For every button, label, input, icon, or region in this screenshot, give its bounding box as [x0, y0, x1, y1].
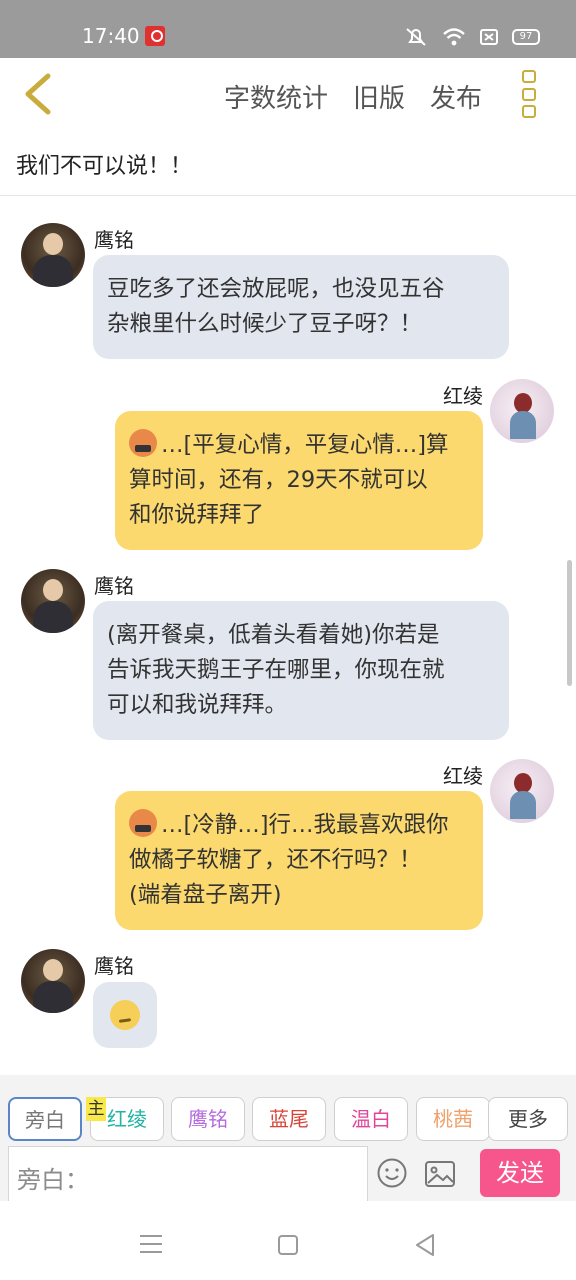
message-line: 可以和我说拜拜。: [107, 692, 288, 718]
home-icon[interactable]: [278, 1235, 298, 1255]
message-line: 杂粮里什么时候少了豆子呀？！: [107, 311, 423, 337]
message-bubble[interactable]: …[平复心情，平复心情…]算 算时间，还有，29天不就可以 和你说拜拜了: [115, 411, 483, 550]
system-back-icon[interactable]: [414, 1233, 436, 1257]
message-input[interactable]: 旁白：: [8, 1146, 368, 1202]
message-line: (端着盘子离开): [129, 882, 282, 908]
message-bubble[interactable]: …[冷静…]行…我最喜欢跟你 做橘子软糖了，还不行吗？！ (端着盘子离开): [115, 791, 483, 930]
message-bubble[interactable]: 豆吃多了还会放屁呢，也没见五谷 杂粮里什么时候少了豆子呀？！: [93, 255, 509, 359]
battery-icon: 97: [512, 29, 540, 45]
angry-emoji-icon: [129, 809, 157, 837]
message-line: …[平复心情，平复心情…]算: [129, 428, 469, 463]
avatar[interactable]: [21, 949, 85, 1013]
wifi-icon: [443, 28, 465, 46]
message-bubble[interactable]: (离开餐桌，低着头看着她)你若是 告诉我天鹅王子在哪里，你现在就 可以和我说拜拜…: [93, 601, 509, 740]
story-title: 我们不可以说！！: [16, 154, 193, 179]
message-line: 算时间，还有，29天不就可以: [129, 467, 428, 493]
status-time: 17:40: [82, 24, 140, 48]
role-wenbai[interactable]: 温白: [334, 1097, 408, 1141]
status-icons: 97: [404, 26, 540, 48]
scrollbar[interactable]: [567, 560, 572, 686]
sender-name: 红绫: [443, 764, 483, 788]
top-nav: 字数统计 旧版 发布: [0, 58, 576, 130]
message-line: 做橘子软糖了，还不行吗？！: [129, 847, 422, 873]
word-count-button[interactable]: 字数统计: [224, 78, 328, 115]
status-bar: 17:40 97: [0, 0, 576, 58]
message-line: …[冷静…]行…我最喜欢跟你: [129, 808, 469, 843]
sender-name: 红绫: [443, 384, 483, 408]
avatar[interactable]: [490, 759, 554, 823]
back-arrow-icon[interactable]: [20, 72, 60, 116]
message-bubble[interactable]: [93, 982, 157, 1048]
sim-icon: [480, 29, 498, 45]
role-narrator[interactable]: 旁白: [8, 1097, 82, 1141]
sender-name: 鹰铭: [94, 954, 134, 978]
sender-name: 鹰铭: [94, 574, 134, 598]
smirk-emoji-icon: [110, 1000, 140, 1030]
role-more[interactable]: 更多: [488, 1097, 568, 1141]
image-picker-icon[interactable]: [424, 1160, 456, 1188]
avatar[interactable]: [21, 223, 85, 287]
emoji-picker-icon[interactable]: [376, 1157, 408, 1189]
system-nav-bar: [0, 1201, 576, 1280]
message-line: 和你说拜拜了: [129, 502, 265, 528]
angry-emoji-icon: [129, 429, 157, 457]
mute-icon: [406, 28, 426, 46]
avatar[interactable]: [21, 569, 85, 633]
role-lanwei[interactable]: 蓝尾: [252, 1097, 326, 1141]
message-line: 豆吃多了还会放屁呢，也没见五谷: [107, 276, 445, 302]
role-taoqian[interactable]: 桃茜: [416, 1097, 490, 1141]
publish-button[interactable]: 发布: [430, 78, 482, 115]
sender-name: 鹰铭: [94, 228, 134, 252]
more-options-icon[interactable]: [522, 70, 538, 118]
app-notification-icon: [145, 26, 165, 46]
send-button[interactable]: 发送: [480, 1149, 560, 1197]
divider: [0, 195, 576, 196]
old-version-button[interactable]: 旧版: [353, 78, 405, 115]
recent-apps-icon[interactable]: [140, 1235, 162, 1253]
avatar[interactable]: [490, 379, 554, 443]
master-badge: 主: [86, 1097, 106, 1121]
message-line: 告诉我天鹅王子在哪里，你现在就: [107, 657, 445, 683]
message-line: (离开餐桌，低着头看着她)你若是: [107, 622, 440, 648]
role-yingming[interactable]: 鹰铭: [171, 1097, 245, 1141]
